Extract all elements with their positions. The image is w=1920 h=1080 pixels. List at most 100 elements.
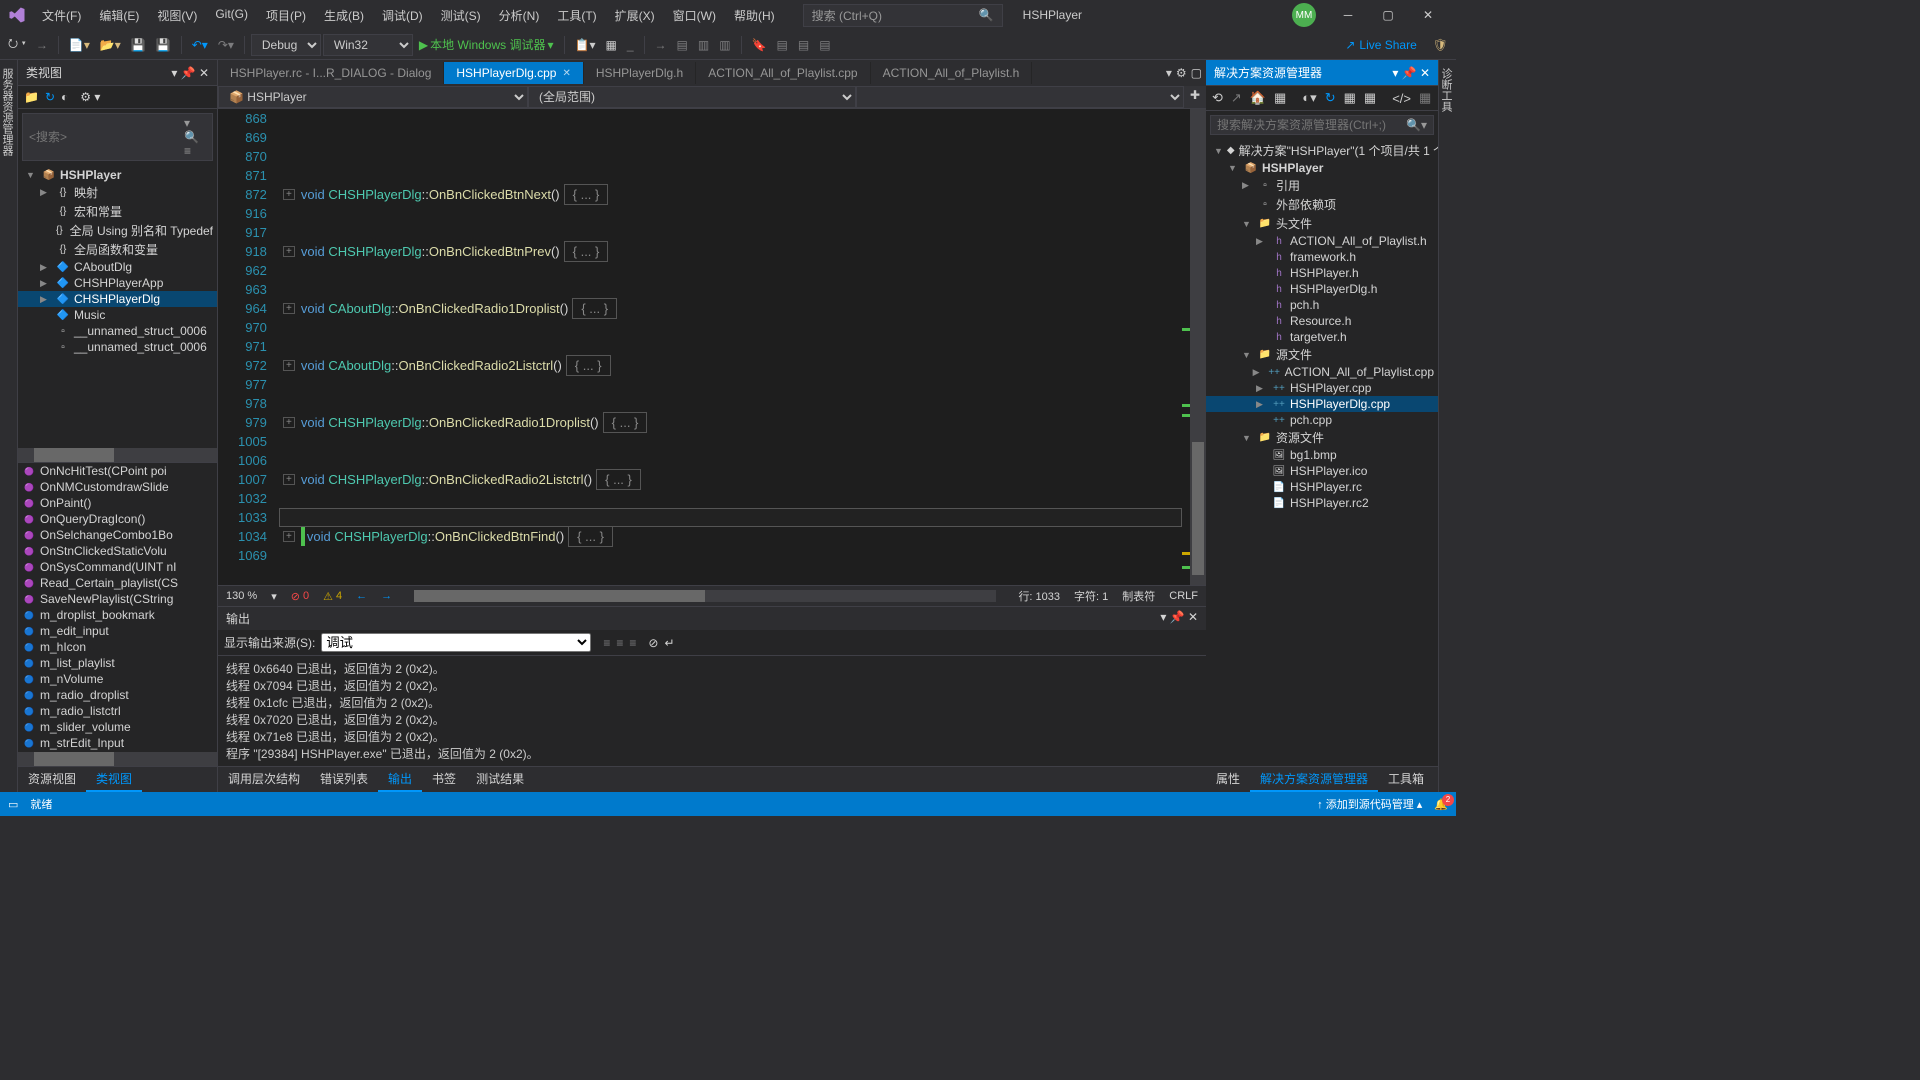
tree-item[interactable]: ▼📦HSHPlayer [1206,160,1438,176]
tree-item[interactable]: ▶▫引用 [1206,176,1438,195]
new-file-button[interactable]: 📄▾ [65,36,94,54]
panel-tab[interactable]: 工具箱 [1378,767,1434,792]
output-source-select[interactable]: 调试 [321,633,591,652]
solution-tree[interactable]: ▼◆解决方案"HSHPlayer"(1 个项目/共 1 个)▼📦HSHPlaye… [1206,139,1438,766]
output-btn-2[interactable]: ≡ [616,636,623,650]
back-button[interactable]: ⭮ ▾ [4,32,30,57]
sol-refresh[interactable]: ↻ [1325,90,1336,106]
classview-search[interactable]: ▾ 🔍 ≡ [22,113,213,161]
tree-item[interactable]: ▶{}映射 [18,183,217,202]
member-item[interactable]: 🔵m_radio_droplist [18,687,217,703]
document-tab[interactable]: HSHPlayerDlg.cpp✕ [444,62,583,84]
global-search[interactable]: 搜索 (Ctrl+Q) 🔍 [803,4,1003,27]
tree-item[interactable]: hHSHPlayerDlg.h [1206,281,1438,297]
tool-btn-5[interactable]: ▤ [673,36,692,54]
member-item[interactable]: 🔵m_list_playlist [18,655,217,671]
open-button[interactable]: 📂▾ [96,36,125,54]
member-item[interactable]: 🟣OnSysCommand(UINT nI [18,559,217,575]
tree-item[interactable]: ▫__unnamed_struct_0006 [18,323,217,339]
user-avatar[interactable]: MM [1292,3,1316,27]
tool-btn-8[interactable]: ▤ [773,36,792,54]
output-content[interactable]: 线程 0x6640 已退出，返回值为 2 (0x2)。线程 0x7094 已退出… [218,656,1206,766]
tool-btn-6[interactable]: ▥ [694,36,713,54]
member-item[interactable]: 🟣OnSelchangeCombo1Bo [18,527,217,543]
menu-item[interactable]: 调试(D) [374,3,431,28]
tree-item[interactable]: hpch.h [1206,297,1438,313]
gear-icon[interactable]: ⚙ ▾ [80,90,100,104]
menu-item[interactable]: 工具(T) [549,3,604,28]
minimize-button[interactable]: ─ [1328,0,1368,30]
tree-item[interactable]: {}全局 Using 别名和 Typedef [18,221,217,240]
admin-icon[interactable]: 🛡 [1429,36,1452,54]
indent-mode[interactable]: 制表符 [1122,588,1155,604]
tool-btn-2[interactable]: ▦ [601,36,620,54]
redo-button[interactable]: ↷▾ [214,36,238,54]
member-item[interactable]: 🔵m_nVolume [18,671,217,687]
member-item[interactable]: 🟣OnPaint() [18,495,217,511]
tool-btn-1[interactable]: 📋▾ [571,36,600,54]
tree-item[interactable]: ▶++HSHPlayerDlg.cpp [1206,396,1438,412]
tree-item[interactable]: ▼◆解决方案"HSHPlayer"(1 个项目/共 1 个) [1206,141,1438,160]
menu-item[interactable]: 编辑(E) [91,3,147,28]
undo-button[interactable]: ↶▾ [188,36,212,54]
tool-btn-4[interactable]: → [651,36,671,54]
nav-member[interactable] [856,86,1184,108]
tree-item[interactable]: 📄HSHPlayer.rc [1206,479,1438,495]
sol-home[interactable]: 🏠 [1250,90,1266,106]
document-tab[interactable]: HSHPlayerDlg.h [584,62,696,84]
sol-btn-5[interactable]: ▦ [1344,90,1356,106]
sol-btn-2[interactable]: ↗ [1231,90,1242,106]
output-clear[interactable]: ⊘ [648,636,658,650]
zoom-level[interactable]: 130 % [226,590,257,602]
tree-item[interactable]: 🖼bg1.bmp [1206,447,1438,463]
tree-item[interactable]: ▫外部依赖项 [1206,195,1438,214]
solution-search[interactable]: 🔍▾ [1210,115,1434,135]
panel-tab[interactable]: 资源视图 [18,767,86,792]
panel-tab[interactable]: 输出 [378,767,422,792]
tree-item[interactable]: ▫__unnamed_struct_0006 [18,339,217,355]
tree-item[interactable]: ▶🔷CHSHPlayerDlg [18,291,217,307]
tree-item[interactable]: ▶hACTION_All_of_Playlist.h [1206,233,1438,249]
member-item[interactable]: 🟣OnQueryDragIcon() [18,511,217,527]
panel-tab[interactable]: 测试结果 [466,767,534,792]
tree-item[interactable]: ▼📁头文件 [1206,214,1438,233]
member-item[interactable]: 🟣Read_Certain_playlist(CS [18,575,217,591]
member-item[interactable]: 🔵m_edit_input [18,623,217,639]
code-editor[interactable]: 8688698708718729169179189629639649709719… [218,109,1206,585]
tool-btn-7[interactable]: ▥ [715,36,734,54]
editor-hscroll[interactable] [414,590,996,602]
menu-item[interactable]: 分析(N) [491,3,548,28]
bookmark-btn[interactable]: 🔖 [748,36,771,54]
member-item[interactable]: 🔵m_droplist_bookmark [18,607,217,623]
config-select[interactable]: Debug [251,34,321,56]
liveshare-button[interactable]: ↗ Live Share [1345,38,1416,52]
menu-item[interactable]: 窗口(W) [665,3,724,28]
notifications[interactable]: 🔔2 [1434,798,1448,811]
panel-tab[interactable]: 类视图 [86,767,142,792]
panel-tab[interactable]: 调用层次结构 [218,767,310,792]
tree-item[interactable]: ▶🔷CHSHPlayerApp [18,275,217,291]
home-icon[interactable]: ⟲ [1212,90,1223,106]
classview-hscroll[interactable] [18,448,217,462]
menu-item[interactable]: 生成(B) [316,3,372,28]
tree-item[interactable]: htargetver.h [1206,329,1438,345]
save-all-button[interactable]: 💾 [152,36,175,54]
close-button[interactable]: ✕ [1408,0,1448,30]
refresh-icon[interactable]: ↻ [45,90,55,104]
menu-item[interactable]: Git(G) [207,3,256,28]
member-item[interactable]: 🟣SaveNewPlaylist(CString [18,591,217,607]
editor-vscroll[interactable] [1190,109,1206,585]
code-content[interactable]: +void CHSHPlayerDlg::OnBnClickedBtnNext(… [279,109,1182,585]
tree-item[interactable]: ▶++HSHPlayer.cpp [1206,380,1438,396]
member-item[interactable]: 🟣OnStnClickedStaticVolu [18,543,217,559]
tree-item[interactable]: 📄HSHPlayer.rc2 [1206,495,1438,511]
sol-btn-6[interactable]: ▦ [1364,90,1376,106]
tree-item[interactable]: 🖼HSHPlayer.ico [1206,463,1438,479]
tree-item[interactable]: hHSHPlayer.h [1206,265,1438,281]
member-item[interactable]: 🟣OnNMCustomdrawSlide [18,479,217,495]
eol-mode[interactable]: CRLF [1169,590,1198,602]
tree-item[interactable]: {}全局函数和变量 [18,240,217,259]
next-issue[interactable]: → [381,590,392,602]
source-control[interactable]: ↑ 添加到源代码管理 ▴ [1317,796,1422,812]
tree-item[interactable]: ▼📦HSHPlayer [18,167,217,183]
